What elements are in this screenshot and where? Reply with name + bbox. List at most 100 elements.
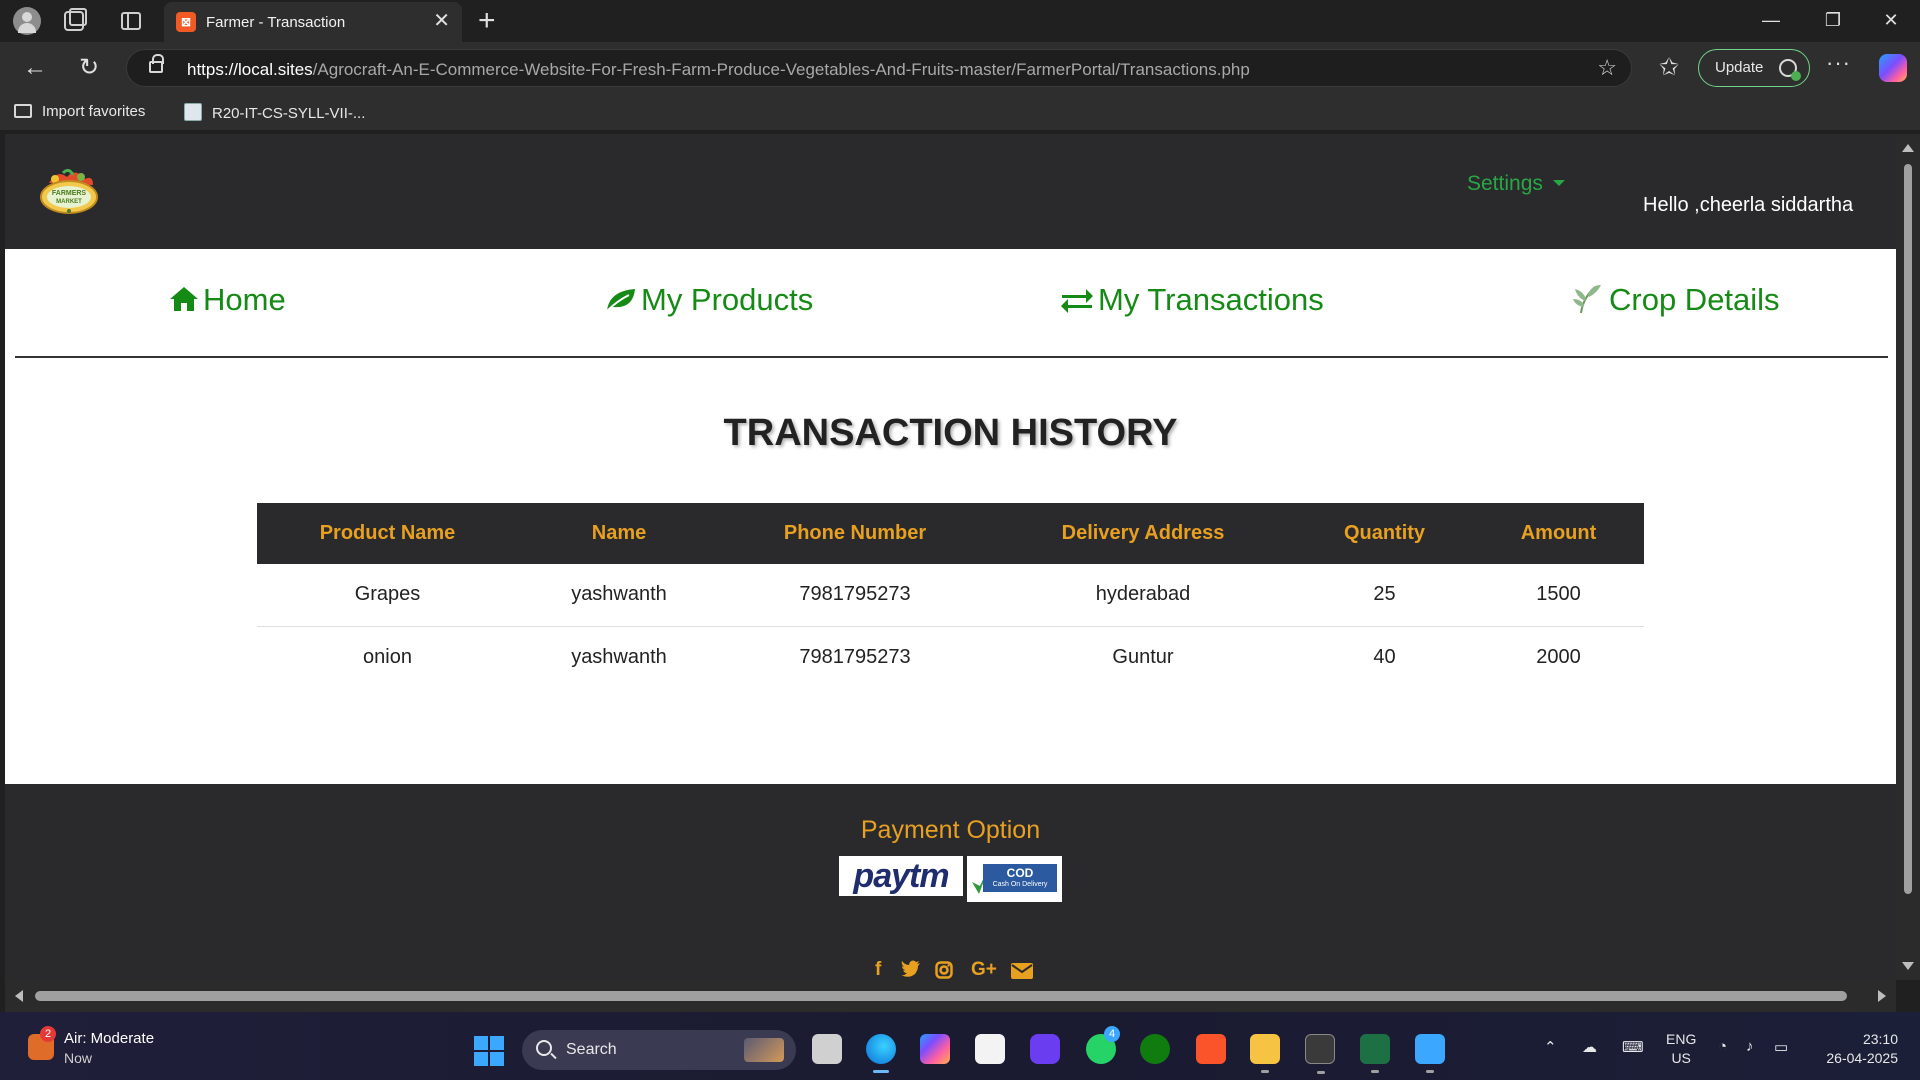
instagram-icon[interactable] xyxy=(935,961,953,979)
envelope-icon[interactable] xyxy=(1011,963,1033,979)
scroll-down-icon[interactable] xyxy=(1902,962,1914,970)
edge-icon[interactable] xyxy=(866,1034,896,1073)
task-view-icon[interactable] xyxy=(812,1034,842,1064)
twitter-icon[interactable] xyxy=(901,960,921,978)
google-plus-icon[interactable]: G+ xyxy=(971,960,997,980)
site-footer: Payment Option paytm COD Cash On Deliver… xyxy=(5,784,1896,980)
cod-badge: COD Cash On Delivery xyxy=(983,864,1057,892)
terminal-icon[interactable] xyxy=(1305,1034,1335,1074)
cod-logo: COD Cash On Delivery xyxy=(967,856,1062,902)
facebook-icon[interactable]: f xyxy=(875,960,881,980)
favorites-bar: Import favorites R20-IT-CS-SYLL-VII-... xyxy=(0,94,1920,130)
leaf-icon xyxy=(606,289,635,312)
url-input[interactable]: https://local.sites/Agrocraft-An-E-Comme… xyxy=(126,49,1632,87)
battery-icon[interactable]: ▭ xyxy=(1774,1038,1788,1056)
keyboard-icon[interactable]: ⌨ xyxy=(1622,1038,1644,1056)
user-greeting: Hello ,cheerla siddartha xyxy=(1643,194,1854,216)
page-icon xyxy=(184,103,202,121)
cell-product: Grapes xyxy=(257,564,518,627)
vertical-scrollbar[interactable] xyxy=(1896,134,1920,980)
farmers-market-logo[interactable]: FARMERS MARKET xyxy=(37,167,101,217)
whatsapp-icon[interactable]: 4 xyxy=(1086,1026,1120,1064)
windows-taskbar: 2 Air: Moderate Now Search 4 ⌃ ☁ ⌨ ENG U… xyxy=(0,1012,1920,1080)
page-viewport: FARMERS MARKET Settings Hello ,cheerla s… xyxy=(5,134,1896,980)
file-explorer-icon[interactable] xyxy=(1250,1034,1280,1073)
close-tab-icon[interactable]: ✕ xyxy=(433,10,450,32)
paytm-logo: paytm xyxy=(839,856,963,896)
restore-icon[interactable]: ❐ xyxy=(1818,8,1848,32)
nav-divider xyxy=(15,356,1888,358)
tray-overflow-icon[interactable]: ⌃ xyxy=(1544,1038,1557,1056)
update-button[interactable]: Update xyxy=(1698,49,1810,87)
messenger-icon[interactable] xyxy=(1030,1034,1060,1064)
favorite-star-icon[interactable]: ☆ xyxy=(1597,55,1617,81)
favorites-icon[interactable]: ✩ xyxy=(1654,54,1684,82)
search-highlight-icon xyxy=(744,1038,784,1062)
xampp-favicon-icon: ⊠ xyxy=(176,12,196,32)
horizontal-scroll-thumb[interactable] xyxy=(35,991,1847,1001)
notepad-icon[interactable] xyxy=(1415,1034,1445,1073)
nav-my-transactions[interactable]: My Transactions xyxy=(1060,282,1324,318)
back-icon[interactable]: ← xyxy=(20,54,50,82)
cell-address: Guntur xyxy=(1112,645,1174,668)
refresh-icon[interactable]: ↻ xyxy=(74,54,104,82)
settings-dropdown[interactable]: Settings xyxy=(1467,172,1565,196)
start-icon[interactable] xyxy=(474,1036,504,1066)
tab-actions-icon[interactable] xyxy=(121,12,141,30)
exchange-icon xyxy=(1061,289,1093,313)
cell-product: onion xyxy=(363,645,412,668)
col-delivery-address: Delivery Address xyxy=(990,503,1296,564)
table-header-row: Product Name Name Phone Number Delivery … xyxy=(257,503,1644,564)
workspaces-icon[interactable] xyxy=(64,8,87,31)
weather-sub: Now xyxy=(64,1050,93,1066)
cell-name: yashwanth xyxy=(571,645,667,668)
payment-option-title: Payment Option xyxy=(860,816,1041,844)
xbox-icon[interactable] xyxy=(1140,1034,1170,1064)
folder-icon xyxy=(14,104,32,118)
cell-quantity: 40 xyxy=(1373,645,1396,668)
more-options-icon[interactable]: ··· xyxy=(1826,50,1851,76)
nav-crop-details[interactable]: Crop Details xyxy=(1571,282,1780,318)
cell-phone: 7981795273 xyxy=(799,645,911,668)
nav-home[interactable]: Home xyxy=(169,282,286,318)
brave-icon[interactable] xyxy=(1196,1034,1226,1064)
excel-icon[interactable] xyxy=(1360,1034,1390,1073)
cell-address: hyderabad xyxy=(990,564,1296,627)
wifi-icon[interactable]: ◔ xyxy=(1718,1038,1727,1055)
scroll-right-icon[interactable] xyxy=(1878,990,1886,1002)
store-icon[interactable] xyxy=(975,1034,1005,1064)
copilot-icon[interactable] xyxy=(1879,54,1907,82)
cell-amount: 2000 xyxy=(1536,645,1581,668)
search-icon xyxy=(536,1040,552,1056)
caret-down-icon xyxy=(1552,180,1565,186)
horizontal-scrollbar[interactable] xyxy=(5,980,1896,1012)
taskbar-search[interactable]: Search xyxy=(522,1030,796,1070)
favorite-import[interactable]: Import favorites xyxy=(14,103,145,120)
clock[interactable]: 23:10 26-04-2025 xyxy=(1818,1030,1898,1068)
weather-title[interactable]: Air: Moderate xyxy=(64,1030,154,1047)
scroll-up-icon[interactable] xyxy=(1902,144,1914,152)
crop-sprout-icon xyxy=(1573,285,1601,314)
minimize-icon[interactable]: — xyxy=(1756,8,1786,32)
nav-my-products[interactable]: My Products xyxy=(605,282,813,318)
transaction-table: Product Name Name Phone Number Delivery … xyxy=(257,503,1644,688)
onedrive-icon[interactable]: ☁ xyxy=(1582,1038,1597,1056)
logo-text-farmers: FARMERS xyxy=(52,190,87,197)
vertical-scroll-thumb[interactable] xyxy=(1904,164,1912,894)
scroll-left-icon[interactable] xyxy=(15,990,23,1002)
col-name: Name xyxy=(518,503,720,564)
lock-icon[interactable] xyxy=(149,54,164,73)
logo-text-market: MARKET xyxy=(56,199,82,205)
language-indicator[interactable]: ENG US xyxy=(1666,1030,1696,1068)
cell-name: yashwanth xyxy=(518,564,720,627)
window-close-icon[interactable]: ✕ xyxy=(1876,8,1906,32)
volume-icon[interactable]: ♪ xyxy=(1746,1038,1754,1055)
browser-tab-active[interactable]: ⊠ Farmer - Transaction ✕ xyxy=(164,2,462,42)
col-phone-number: Phone Number xyxy=(720,503,990,564)
col-amount: Amount xyxy=(1473,503,1644,564)
profile-icon[interactable] xyxy=(13,7,41,35)
tab-title: Farmer - Transaction xyxy=(206,14,346,31)
favorite-syllabus[interactable]: R20-IT-CS-SYLL-VII-... xyxy=(184,103,365,122)
copilot-app-icon[interactable] xyxy=(920,1034,950,1064)
new-tab-icon[interactable]: + xyxy=(478,4,496,38)
